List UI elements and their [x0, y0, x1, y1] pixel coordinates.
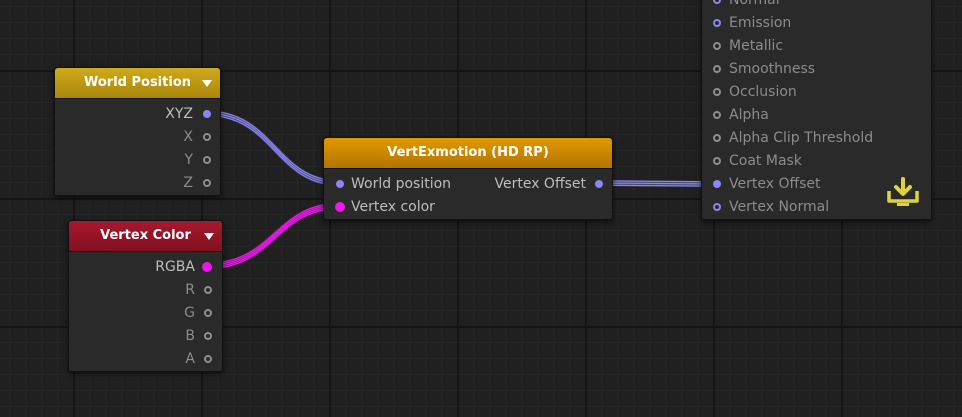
port-label: Metallic — [729, 38, 784, 54]
port-dot-icon[interactable] — [713, 180, 721, 188]
port-dot-icon[interactable] — [713, 203, 721, 211]
port-label: RGBA — [155, 259, 195, 275]
port-b[interactable]: B — [69, 326, 222, 346]
port-dot-icon[interactable] — [203, 110, 211, 118]
port-label: B — [185, 328, 195, 344]
port-label: Emission — [729, 15, 792, 31]
vertex-color-node-title: Vertex Color — [100, 228, 191, 243]
master-node[interactable]: Normal Emission Metallic Smoothness Occl… — [701, 0, 932, 220]
port-label: Normal — [729, 0, 780, 8]
port-dot-icon[interactable] — [203, 133, 211, 141]
port-normal[interactable]: Normal — [702, 0, 931, 10]
port-label: Smoothness — [729, 61, 816, 77]
vertexmotion-node-header[interactable]: VertExmotion (HD RP) — [324, 138, 612, 169]
port-alpha[interactable]: Alpha — [702, 105, 931, 125]
port-dot-icon[interactable] — [335, 202, 345, 212]
port-label: Vertex color — [351, 199, 435, 215]
world-position-node[interactable]: World Position XYZ X Y Z — [54, 67, 221, 196]
port-dot-icon[interactable] — [202, 262, 212, 272]
port-smoothness[interactable]: Smoothness — [702, 59, 931, 79]
world-position-node-title: World Position — [83, 75, 191, 90]
port-dot-icon[interactable] — [713, 88, 721, 96]
port-label: Coat Mask — [729, 153, 802, 169]
port-label: A — [185, 351, 195, 367]
port-dot-icon[interactable] — [595, 180, 603, 188]
port-dot-icon[interactable] — [203, 179, 211, 187]
port-dot-icon[interactable] — [713, 134, 721, 142]
port-label: Z — [183, 175, 193, 191]
vertexmotion-node-title: VertExmotion (HD RP) — [387, 145, 549, 160]
port-g[interactable]: G — [69, 303, 222, 323]
wire-xyz-to-world-position[interactable] — [202, 110, 343, 186]
port-r[interactable]: R — [69, 280, 222, 300]
port-label: Vertex Offset — [494, 176, 586, 192]
port-label: XYZ — [165, 106, 193, 122]
download-icon[interactable] — [884, 176, 922, 210]
port-rgba[interactable]: RGBA — [69, 257, 222, 277]
port-label: Vertex Offset — [729, 176, 821, 192]
port-emission[interactable]: Emission — [702, 13, 931, 33]
port-y[interactable]: Y — [55, 150, 220, 170]
vertex-color-node[interactable]: Vertex Color RGBA R G B A — [68, 220, 223, 372]
port-xyz[interactable]: XYZ — [55, 104, 220, 124]
port-label: Vertex Normal — [729, 199, 830, 215]
port-label: Y — [184, 152, 193, 168]
port-dot-icon[interactable] — [204, 355, 212, 363]
vertexmotion-node[interactable]: VertExmotion (HD RP) World position Vert… — [323, 137, 613, 220]
world-position-node-header[interactable]: World Position — [55, 68, 220, 99]
port-dot-icon[interactable] — [204, 332, 212, 340]
port-occlusion[interactable]: Occlusion — [702, 82, 931, 102]
wire-rgba-to-vertex-color[interactable] — [202, 202, 344, 270]
port-dot-icon[interactable] — [204, 286, 212, 294]
port-label: R — [185, 282, 195, 298]
port-dot-icon[interactable] — [713, 19, 721, 27]
port-dot-icon[interactable] — [203, 156, 211, 164]
port-label: Occlusion — [729, 84, 797, 100]
port-dot-icon[interactable] — [713, 0, 721, 4]
port-dot-icon[interactable] — [713, 157, 721, 165]
port-x[interactable]: X — [55, 127, 220, 147]
port-dot-icon[interactable] — [713, 111, 721, 119]
chevron-down-icon[interactable] — [204, 233, 214, 240]
port-dot-icon[interactable] — [204, 309, 212, 317]
port-label: Alpha Clip Threshold — [729, 130, 874, 146]
port-vertex-offset-out[interactable]: Vertex Offset — [324, 174, 612, 194]
port-dot-icon[interactable] — [713, 65, 721, 73]
port-alpha-clip-threshold[interactable]: Alpha Clip Threshold — [702, 128, 931, 148]
wire-vertex-offset-to-master[interactable] — [593, 180, 720, 187]
port-label: Alpha — [729, 107, 769, 123]
port-a[interactable]: A — [69, 349, 222, 369]
port-vertex-color[interactable]: Vertex color — [324, 197, 612, 217]
port-dot-icon[interactable] — [713, 42, 721, 50]
port-metallic[interactable]: Metallic — [702, 36, 931, 56]
port-coat-mask[interactable]: Coat Mask — [702, 151, 931, 171]
vertex-color-node-header[interactable]: Vertex Color — [69, 221, 222, 252]
chevron-down-icon[interactable] — [202, 80, 212, 87]
port-label: G — [184, 305, 195, 321]
port-z[interactable]: Z — [55, 173, 220, 193]
port-label: X — [183, 129, 193, 145]
